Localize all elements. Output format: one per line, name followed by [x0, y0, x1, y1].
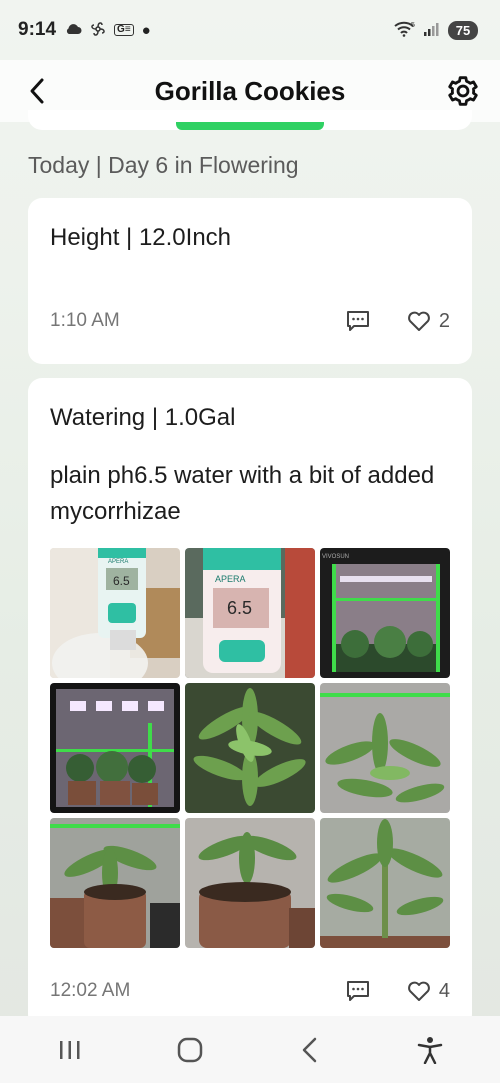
journal-entry-watering[interactable]: Watering | 1.0Gal plain ph6.5 water with…: [28, 378, 472, 1028]
recent-apps-button[interactable]: [45, 1025, 95, 1075]
photo-thumbnail[interactable]: [320, 683, 450, 813]
wifi-icon: 5: [394, 21, 416, 40]
entry-note: plain ph6.5 water with a bit of added my…: [50, 462, 435, 525]
settings-button[interactable]: [444, 72, 482, 110]
chevron-left-icon: [30, 78, 44, 104]
section-title: Today | Day 6 in Flowering: [28, 152, 299, 178]
heart-icon: [408, 311, 430, 331]
comment-icon: [346, 311, 369, 331]
cell-signal-icon: [424, 22, 440, 39]
back-icon: [302, 1037, 317, 1062]
photo-thumbnail[interactable]: APERA 6.5: [50, 548, 180, 678]
accessibility-button[interactable]: [405, 1025, 455, 1075]
photo-thumbnail[interactable]: [185, 818, 315, 948]
svg-text:APERA: APERA: [215, 574, 246, 584]
accessibility-icon: [417, 1036, 443, 1064]
photo-thumbnail[interactable]: [50, 683, 180, 813]
photo-thumbnail[interactable]: [320, 818, 450, 948]
back-button[interactable]: [20, 74, 54, 108]
svg-text:6.5: 6.5: [113, 574, 130, 588]
dot-icon: ●: [141, 21, 151, 39]
home-icon: [177, 1037, 203, 1062]
page-title: Gorilla Cookies: [154, 75, 346, 106]
journal-entry-height[interactable]: Height | 12.0Inch 1:10 AM 2: [28, 198, 472, 364]
g-icon: G≡: [114, 24, 134, 36]
gear-icon: [448, 76, 478, 106]
entry-meta: 1:10 AM 2: [50, 306, 450, 336]
photo-grid: APERA 6.5 APERA 6.5 VIVOSUN: [50, 548, 450, 948]
status-bar: 9:14 G≡ ● 5 75: [0, 0, 500, 60]
photo-thumbnail[interactable]: [185, 683, 315, 813]
status-bar-right: 5 75: [394, 20, 478, 40]
comment-button[interactable]: [345, 978, 371, 1004]
status-time: 9:14: [18, 19, 57, 40]
svg-text:5: 5: [411, 22, 415, 29]
entry-meta: 12:02 AM 4: [50, 976, 450, 1006]
cloud-icon: [64, 23, 82, 38]
svg-text:VIVOSUN: VIVOSUN: [322, 554, 349, 560]
system-nav-bar: [0, 1016, 500, 1083]
like-button[interactable]: 2: [407, 310, 450, 333]
entry-time: 1:10 AM: [50, 310, 120, 331]
entry-time: 12:02 AM: [50, 980, 131, 1001]
svg-text:APERA: APERA: [108, 559, 128, 565]
entry-title: Watering | 1.0Gal: [50, 404, 236, 431]
fan-icon: [90, 21, 106, 40]
comment-button[interactable]: [345, 308, 371, 334]
entry-title: Height | 12.0Inch: [50, 224, 232, 251]
like-count: 2: [438, 309, 450, 332]
status-bar-left: 9:14 G≡ ●: [18, 19, 151, 41]
photo-thumbnail[interactable]: VIVOSUN: [320, 548, 450, 678]
photo-thumbnail[interactable]: [50, 818, 180, 948]
photo-thumbnail[interactable]: APERA 6.5: [185, 548, 315, 678]
heart-icon: [408, 981, 430, 1001]
svg-text:6.5: 6.5: [227, 598, 252, 618]
recent-apps-icon: [60, 1040, 80, 1059]
like-button[interactable]: 4: [407, 980, 450, 1003]
battery-indicator: 75: [448, 20, 478, 40]
like-count: 4: [438, 979, 450, 1002]
comment-icon: [346, 981, 369, 1001]
active-indicator: [176, 122, 324, 130]
home-button[interactable]: [165, 1025, 215, 1075]
nav-back-button[interactable]: [285, 1025, 335, 1075]
